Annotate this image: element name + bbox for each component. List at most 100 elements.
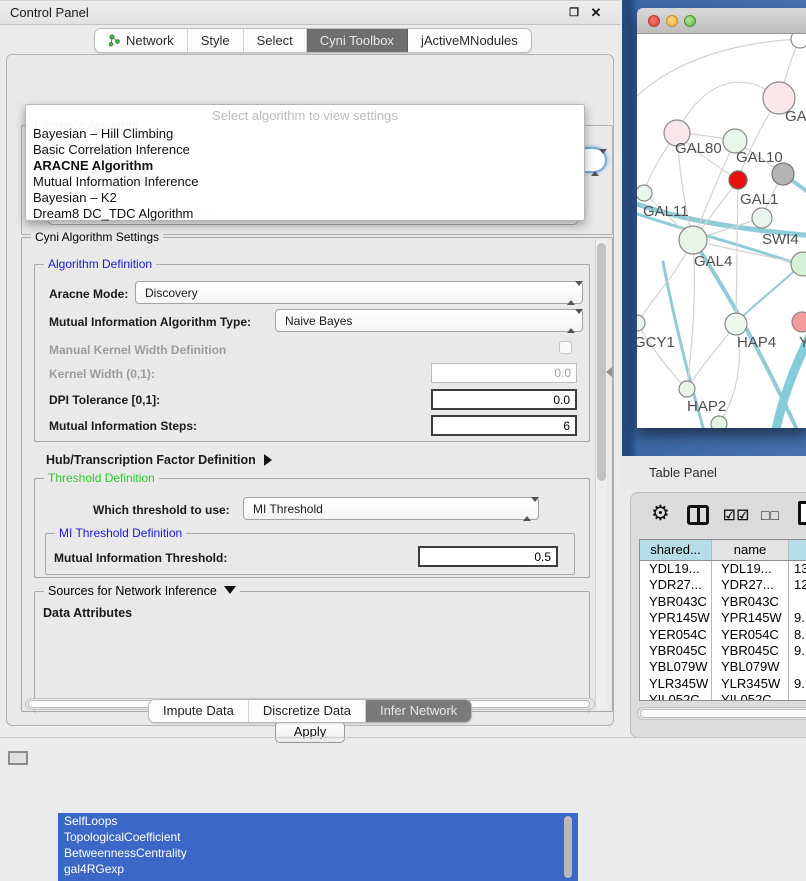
cyni-algorithm-settings-group: Cyni Algorithm Settings Algorithm Defini… xyxy=(21,237,613,712)
algorithm-option[interactable]: Basic Correlation Inference xyxy=(26,142,584,158)
tab-jactivemnodules[interactable]: jActiveMNodules xyxy=(408,29,531,52)
dpi-tolerance-field[interactable]: 0.0 xyxy=(431,389,577,410)
table-panel-title: Table Panel xyxy=(649,465,717,480)
mi-threshold-field[interactable]: 0.5 xyxy=(418,546,558,567)
algorithm-option[interactable]: Mutual Information Inference xyxy=(26,174,584,190)
control-panel-titlebar[interactable]: Control Panel ❐ ✕ xyxy=(0,0,620,25)
table-row[interactable]: YIL052CYIL052C xyxy=(640,692,806,701)
table-row[interactable]: YER054CYER054C8. xyxy=(640,627,806,643)
kernel-width-field[interactable]: 0.0 xyxy=(431,363,577,383)
node-bottom[interactable] xyxy=(711,416,727,428)
group-title: Cyni Algorithm Settings xyxy=(31,230,163,244)
scrollbar-thumb[interactable] xyxy=(597,243,606,481)
tab-infer-network[interactable]: Infer Network xyxy=(366,700,471,722)
minimized-panel-icon[interactable] xyxy=(8,751,28,765)
table-horizontal-scrollbar[interactable] xyxy=(637,707,806,720)
table-row[interactable]: YBR045CYBR045C9. xyxy=(640,643,806,659)
table-row[interactable]: YPR145WYPR145W9. xyxy=(640,610,806,626)
cell: YIL052C xyxy=(712,692,789,701)
gear-icon[interactable]: ⚙ xyxy=(651,501,670,526)
network-window-titlebar[interactable] xyxy=(637,8,806,34)
node-label: HAP4 xyxy=(737,334,776,351)
which-threshold-combo[interactable]: MI Threshold xyxy=(243,497,539,520)
cell: YBR043C xyxy=(640,594,712,610)
sources-expander[interactable]: Sources for Network Inference xyxy=(44,584,240,598)
node-gal4[interactable] xyxy=(679,226,707,254)
tab-select[interactable]: Select xyxy=(244,29,307,52)
mac-zoom-button[interactable] xyxy=(684,15,696,27)
attribute-item[interactable]: SelfLoops xyxy=(58,813,578,829)
column-header[interactable]: name xyxy=(712,540,789,560)
node-hap2[interactable] xyxy=(679,381,695,397)
mac-close-button[interactable] xyxy=(648,15,660,27)
node-gal1[interactable] xyxy=(752,208,772,228)
node-gray[interactable] xyxy=(772,163,794,185)
tab-style[interactable]: Style xyxy=(188,29,244,52)
tab-impute-data[interactable]: Impute Data xyxy=(149,700,249,722)
table-row[interactable]: YLR345WYLR345W9. xyxy=(640,676,806,692)
cyni-bottom-tabbar: Impute Data Discretize Data Infer Networ… xyxy=(148,699,472,723)
node-gcy1[interactable] xyxy=(637,315,645,331)
split-columns-icon[interactable] xyxy=(687,505,709,525)
dropdown-placeholder: Select algorithm to view settings xyxy=(26,108,584,123)
node-label: GAL10 xyxy=(736,149,783,166)
document-icon[interactable] xyxy=(798,501,806,525)
algorithm-option-selected[interactable]: ARACNE Algorithm xyxy=(26,158,584,174)
tab-discretize-data[interactable]: Discretize Data xyxy=(249,700,366,722)
node-label: Y xyxy=(799,334,806,351)
apply-button[interactable]: Apply xyxy=(275,721,345,743)
algorithm-option[interactable]: Bayesian – Hill Climbing xyxy=(26,126,584,142)
combo-arrows-icon xyxy=(567,286,576,300)
algorithm-combo-stepper[interactable] xyxy=(585,147,607,173)
mi-type-combo[interactable]: Naive Bayes xyxy=(275,309,583,332)
algorithm-option[interactable]: Bayesian – K2 xyxy=(26,190,584,206)
expand-right-icon xyxy=(264,454,272,466)
node-hap4[interactable] xyxy=(725,313,747,335)
manual-kernel-checkbox[interactable] xyxy=(559,341,572,354)
tab-cyni-toolbox[interactable]: Cyni Toolbox xyxy=(307,29,408,52)
algorithm-option[interactable]: Dream8 DC_TDC Algorithm xyxy=(26,206,584,222)
network-view-window[interactable]: GAL GAL80 GAL10 GAL1 GAL11 SWI4 GAL4 GCY… xyxy=(637,8,806,428)
tab-label: Style xyxy=(201,29,230,52)
tab-label: Infer Network xyxy=(380,703,457,718)
network-canvas[interactable]: GAL GAL80 GAL10 GAL1 GAL11 SWI4 GAL4 GCY… xyxy=(637,34,806,428)
table-row[interactable]: YBR043CYBR043C xyxy=(640,594,806,610)
data-attributes-label: Data Attributes xyxy=(43,606,132,620)
column-header[interactable]: A xyxy=(789,540,806,560)
which-threshold-label: Which threshold to use: xyxy=(93,503,230,517)
node-unlabeled[interactable] xyxy=(791,34,806,48)
float-window-icon[interactable]: ❐ xyxy=(566,5,582,21)
table-row[interactable]: YDL19...YDL19...13 xyxy=(640,561,806,577)
hub-definition-expander[interactable]: Hub/Transcription Factor Definition xyxy=(46,451,272,469)
attribute-item[interactable]: BetweennessCentrality xyxy=(58,845,578,861)
scrollbar-thumb[interactable] xyxy=(640,709,806,718)
cell: 9. xyxy=(789,643,806,659)
threshold-definition-group: Threshold Definition Which threshold to … xyxy=(34,478,590,578)
group-title: MI Threshold Definition xyxy=(55,526,186,540)
column-header[interactable]: shared... xyxy=(640,540,712,560)
table-row[interactable]: YDR27...YDR27...12 xyxy=(640,577,806,593)
cyni-toolbox-panel: Inference Algorithm galFiltered.sif defa… xyxy=(6,54,614,726)
attribute-item[interactable]: TopologicalCoefficient xyxy=(58,829,578,845)
mi-steps-field[interactable]: 6 xyxy=(431,415,577,436)
table-header-row[interactable]: shared... name A xyxy=(640,540,806,561)
hide-columns-icon[interactable]: □□ xyxy=(761,507,780,523)
tab-network[interactable]: Network xyxy=(95,29,188,52)
show-columns-icon[interactable]: ☑☑ xyxy=(723,507,750,524)
node-gal11[interactable] xyxy=(637,185,652,201)
algorithm-dropdown-list: Select algorithm to view settings Bayesi… xyxy=(25,104,585,221)
settings-vertical-scrollbar[interactable] xyxy=(595,239,607,709)
table-panel-header: Table Panel xyxy=(622,456,806,490)
node-table: shared... name A YDL19...YDL19...13 YDR2… xyxy=(639,539,806,701)
table-row[interactable]: YBL079WYBL079W xyxy=(640,659,806,675)
hub-definition-label: Hub/Transcription Factor Definition xyxy=(46,453,256,467)
node-pink[interactable] xyxy=(792,312,806,332)
aracne-mode-combo[interactable]: Discovery xyxy=(135,281,583,304)
node-red-selected[interactable] xyxy=(729,171,747,189)
mac-minimize-button[interactable] xyxy=(666,15,678,27)
node-label: GAL xyxy=(785,108,806,125)
close-window-icon[interactable]: ✕ xyxy=(588,5,604,21)
attribute-list-scrollbar[interactable] xyxy=(564,816,572,878)
splitter-collapse-icon[interactable] xyxy=(606,367,612,377)
attribute-item[interactable]: gal4RGexp xyxy=(58,861,578,877)
